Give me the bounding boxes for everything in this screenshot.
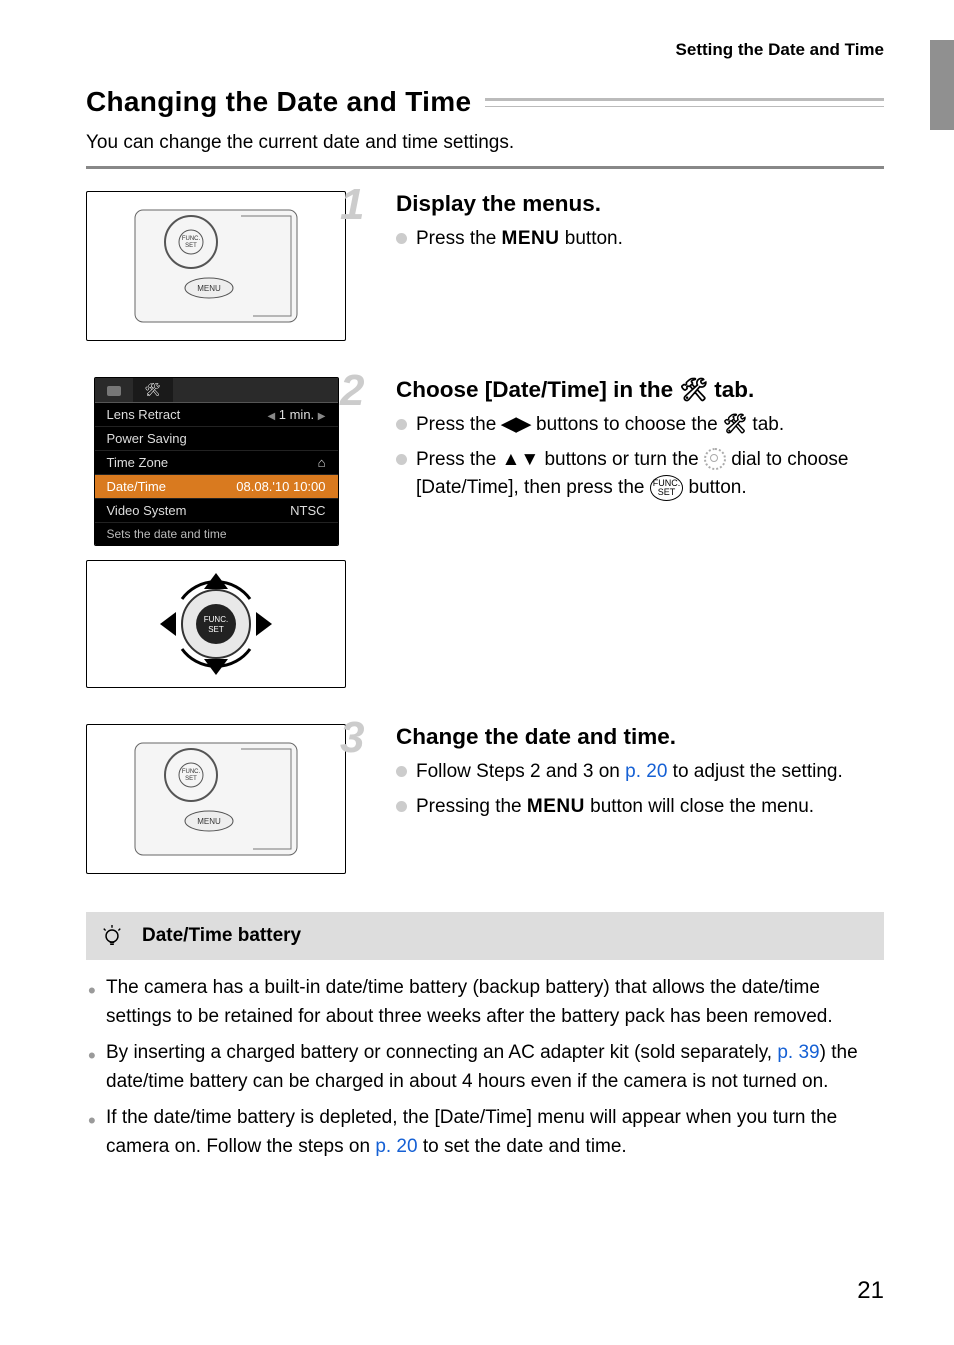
left-right-icon: ◀▶ [502,414,531,435]
svg-text:FUNC.: FUNC. [182,769,201,775]
step-1: FUNC. SET MENU 1 Display the menus. Pres… [86,191,884,355]
svg-text:SET: SET [185,776,197,782]
section-side-tab [930,40,954,130]
text: tab. [747,414,784,435]
menu-row: Power Saving [95,427,338,451]
text: Press the [416,228,502,249]
illustration-setup-menu: 🛠 Lens Retract ◀ 1 min. ▶ Power Saving T… [94,377,339,546]
illustration-camera-back-menu: FUNC. SET MENU [86,191,346,341]
menu-row: Time Zone ⌂ [95,451,338,475]
control-dial-sketch: FUNC. SET [146,569,286,679]
text: button will close the menu. [585,796,814,817]
menu-label: Time Zone [107,455,169,470]
menu-label: Power Saving [107,431,187,446]
divider [86,166,884,169]
step-1-title: Display the menus. [374,191,884,217]
menu-value: NTSC [290,503,325,518]
step-3-line-b: Pressing the MENU button will close the … [396,793,884,822]
illustration-camera-back-menu-2: FUNC. SET MENU [86,724,346,874]
text: Follow Steps 2 and 3 on [416,761,625,782]
svg-text:FUNC.: FUNC. [182,236,201,242]
menu-label: Video System [107,503,187,518]
step-2: 🛠 Lens Retract ◀ 1 min. ▶ Power Saving T… [86,377,884,702]
step-2-title: Choose [Date/Time] in the 🛠 tab. [374,377,884,403]
heading-changing-date-time: Changing the Date and Time [86,86,471,118]
menu-tab-camera-icon [95,378,133,402]
camera-back-sketch: FUNC. SET MENU [131,739,301,859]
svg-text:SET: SET [185,243,197,249]
text: Choose [Date/Time] in the [396,377,679,402]
page-link-39[interactable]: p. 39 [777,1042,819,1063]
step-number-3: 3 [340,716,364,760]
wrench-icon: 🛠 [679,377,708,403]
func-set-icon: FUNC.SET [650,475,684,501]
menu-row-selected: Date/Time 08.08.'10 10:00 [95,475,338,499]
step-1-line-a: Press the MENU button. [396,225,884,254]
camera-back-sketch: FUNC. SET MENU [131,206,301,326]
tip-item-c: If the date/time battery is depleted, th… [106,1104,884,1169]
menu-button-glyph: MENU [527,796,585,817]
menu-value: 08.08.'10 10:00 [236,479,325,494]
text: button. [560,228,623,249]
text: Pressing the [416,796,527,817]
text: to set the date and time. [418,1136,627,1157]
step-number-1: 1 [340,183,364,227]
step-3: FUNC. SET MENU 3 Change the date and tim… [86,724,884,888]
text: to adjust the setting. [667,761,842,782]
page-link-20-b[interactable]: p. 20 [375,1136,417,1157]
text: button. [683,477,746,498]
menu-value: ⌂ [318,455,326,470]
menu-footer: Sets the date and time [95,523,338,545]
menu-label: Date/Time [107,479,166,494]
menu-button-glyph: MENU [502,228,560,249]
menu-label: Lens Retract [107,407,181,422]
lightbulb-icon [100,924,124,948]
svg-text:FUNC.: FUNC. [204,615,228,624]
wrench-icon: 🛠 [723,411,747,440]
text: buttons to choose the [531,414,723,435]
menu-value: ◀ 1 min. ▶ [267,407,325,422]
menu-tab-setup-icon: 🛠 [133,378,174,402]
text: By inserting a charged battery or connec… [106,1042,777,1063]
step-number-2: 2 [340,369,364,413]
page-link-20[interactable]: p. 20 [625,761,667,782]
running-head: Setting the Date and Time [86,40,884,60]
step-2-line-a: Press the ◀▶ buttons to choose the 🛠 tab… [396,411,884,440]
control-dial-icon [704,448,726,470]
step-3-line-a: Follow Steps 2 and 3 on p. 20 to adjust … [396,758,884,787]
page-number: 21 [857,1277,884,1305]
tip-item-a: The camera has a built-in date/time batt… [106,974,884,1039]
svg-text:SET: SET [208,625,224,634]
tip-item-b: By inserting a charged battery or connec… [106,1039,884,1104]
menu-row: Lens Retract ◀ 1 min. ▶ [95,403,338,427]
up-down-icon: ▲▼ [502,449,540,470]
svg-text:MENU: MENU [197,284,221,293]
text: buttons or turn the [539,449,704,470]
step-2-line-b: Press the ▲▼ buttons or turn the dial to… [396,446,884,503]
menu-row: Video System NTSC [95,499,338,523]
lead-paragraph: You can change the current date and time… [86,132,884,154]
text: Press the [416,414,502,435]
heading-rule [485,98,884,107]
tip-title: Date/Time battery [142,925,301,947]
illustration-control-dial: FUNC. SET [86,560,346,688]
svg-text:MENU: MENU [197,817,221,826]
text: Press the [416,449,502,470]
text: tab. [708,377,754,402]
step-3-title: Change the date and time. [374,724,884,750]
tip-header: Date/Time battery [86,912,884,960]
